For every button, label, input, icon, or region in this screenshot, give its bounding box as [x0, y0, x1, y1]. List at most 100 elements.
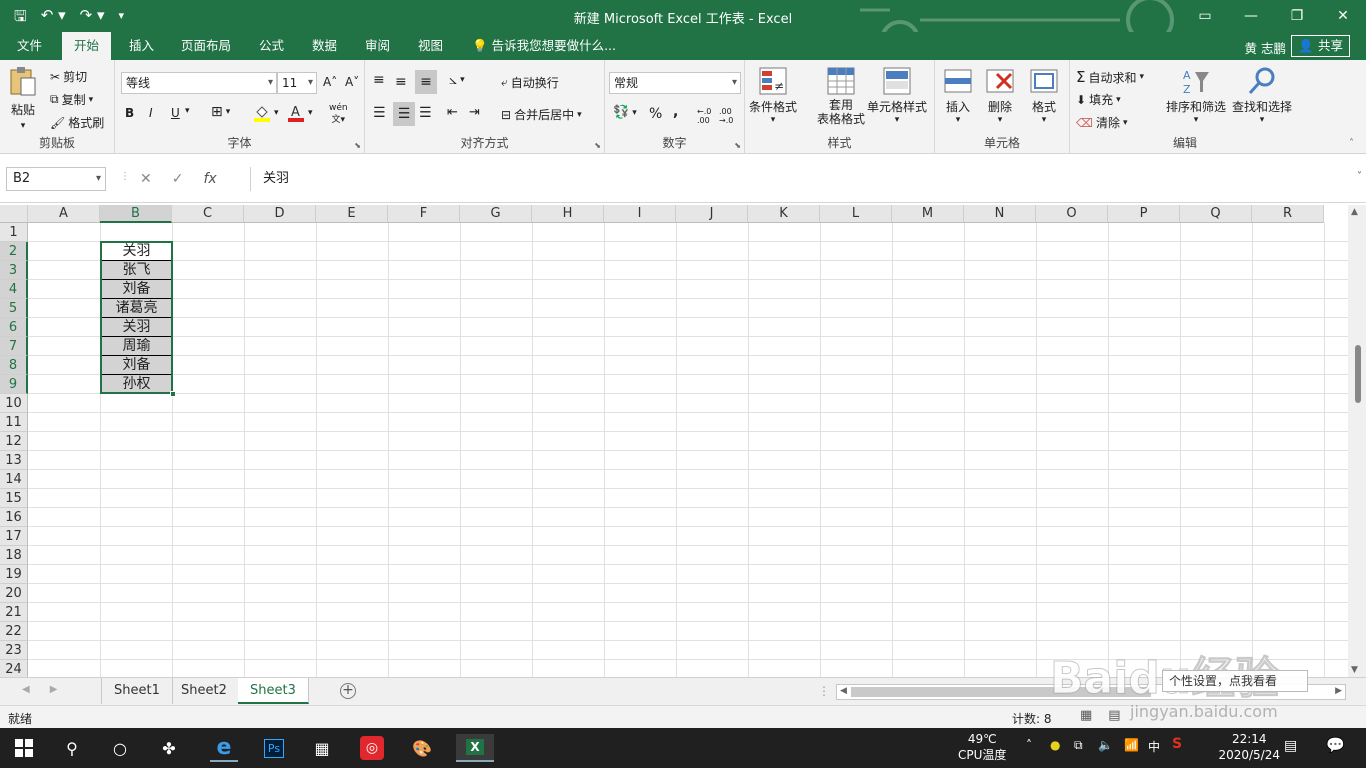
merge-center-button[interactable]: ⊟ 合并后居中 ▾: [501, 106, 582, 123]
column-header-r[interactable]: R: [1252, 205, 1324, 223]
delete-cells-button[interactable]: 删除 ▾: [985, 66, 1015, 125]
row-header-17[interactable]: 17: [0, 527, 28, 546]
next-sheet-icon[interactable]: ▶: [50, 684, 58, 695]
align-center-icon[interactable]: ☰: [393, 102, 415, 126]
column-header-l[interactable]: L: [820, 205, 892, 223]
italic-button[interactable]: I: [149, 106, 153, 120]
formula-input[interactable]: 关羽: [250, 167, 1356, 191]
name-box[interactable]: B2: [6, 167, 106, 191]
column-header-d[interactable]: D: [244, 205, 316, 223]
edge-browser-icon[interactable]: e: [210, 734, 238, 762]
fill-button[interactable]: ⬇ 填充 ▾: [1076, 91, 1121, 108]
font-size-combo[interactable]: 11: [277, 72, 317, 94]
sheet-tab-2[interactable]: Sheet2: [169, 678, 240, 704]
column-header-o[interactable]: O: [1036, 205, 1108, 223]
prev-sheet-icon[interactable]: ◀: [22, 684, 30, 695]
sogou-ime-icon[interactable]: S: [1172, 736, 1182, 752]
row-header-7[interactable]: 7: [0, 337, 28, 356]
task-view-icon[interactable]: ○: [106, 734, 134, 762]
row-header-9[interactable]: 9: [0, 375, 28, 394]
number-format-combo[interactable]: 常规: [609, 72, 741, 94]
cell-styles-button[interactable]: 单元格样式 ▾: [867, 66, 927, 125]
tray-device-icon[interactable]: ⧉: [1074, 738, 1083, 753]
row-header-5[interactable]: 5: [0, 299, 28, 318]
row-header-24[interactable]: 24: [0, 660, 28, 677]
row-header-22[interactable]: 22: [0, 622, 28, 641]
row-header-8[interactable]: 8: [0, 356, 28, 375]
autosum-button[interactable]: Σ 自动求和 ▾: [1076, 68, 1144, 86]
expand-formula-bar-icon[interactable]: ˅: [1357, 171, 1362, 182]
underline-dropdown-icon[interactable]: ▾: [185, 106, 190, 116]
tab-formulas[interactable]: 公式: [247, 32, 296, 60]
scroll-left-icon[interactable]: ◀: [840, 686, 847, 696]
tab-page-layout[interactable]: 页面布局: [169, 32, 243, 60]
shrink-font-button[interactable]: A˅: [345, 75, 359, 89]
row-header-2[interactable]: 2: [0, 242, 28, 261]
row-header-14[interactable]: 14: [0, 470, 28, 489]
conditional-formatting-button[interactable]: ≠ 条件格式 ▾: [749, 66, 797, 125]
tab-insert[interactable]: 插入: [117, 32, 166, 60]
align-right-icon[interactable]: ☰: [419, 105, 432, 121]
scroll-right-icon[interactable]: ▶: [1335, 686, 1342, 696]
minimize-button[interactable]: —: [1228, 0, 1274, 32]
font-color-button[interactable]: A ▾: [287, 104, 313, 122]
user-name[interactable]: 黄 志鹏: [1245, 38, 1286, 57]
sheet-tab-1[interactable]: Sheet1: [101, 678, 173, 704]
paint-app-icon[interactable]: 🎨: [408, 734, 436, 762]
tab-data[interactable]: 数据: [300, 32, 349, 60]
orientation-icon[interactable]: ⦣ ▾: [449, 72, 465, 88]
align-top-icon[interactable]: ≡: [373, 72, 385, 88]
pinwheel-app-icon[interactable]: ✤: [155, 734, 183, 762]
column-header-m[interactable]: M: [892, 205, 964, 223]
increase-decimal-icon[interactable]: ←.0.00: [697, 107, 711, 125]
row-header-4[interactable]: 4: [0, 280, 28, 299]
select-all-corner[interactable]: [0, 205, 28, 223]
row-header-23[interactable]: 23: [0, 641, 28, 660]
tray-chevron-icon[interactable]: ˄: [1026, 738, 1032, 752]
tab-file[interactable]: 文件: [5, 32, 54, 60]
taskbar-clock[interactable]: 22:14 2020/5/24: [1218, 731, 1280, 763]
tray-app-icon[interactable]: ●: [1050, 738, 1060, 752]
font-name-combo[interactable]: 等线: [121, 72, 277, 94]
align-left-icon[interactable]: ☰: [373, 105, 386, 121]
row-header-11[interactable]: 11: [0, 413, 28, 432]
excel-taskbar-icon[interactable]: X: [456, 734, 494, 762]
accounting-format-icon[interactable]: 💱 ▾: [613, 105, 637, 120]
fill-color-button[interactable]: ▾: [253, 104, 279, 122]
percent-button[interactable]: %: [649, 106, 662, 122]
column-header-h[interactable]: H: [532, 205, 604, 223]
windows-start-icon[interactable]: [10, 734, 38, 762]
enter-icon[interactable]: ✓: [172, 167, 184, 191]
column-header-j[interactable]: J: [676, 205, 748, 223]
wrap-text-button[interactable]: ⤶ 自动换行: [501, 74, 559, 91]
copy-button[interactable]: ⧉ 复制 ▾: [50, 91, 93, 108]
format-as-table-button[interactable]: 套用 表格格式: [817, 66, 865, 126]
grow-font-button[interactable]: A˄: [323, 75, 337, 89]
column-header-c[interactable]: C: [172, 205, 244, 223]
row-header-19[interactable]: 19: [0, 565, 28, 584]
format-painter-button[interactable]: 🖌 格式刷: [50, 114, 104, 131]
column-header-a[interactable]: A: [28, 205, 100, 223]
netease-music-icon[interactable]: ◎: [358, 734, 386, 762]
cancel-icon[interactable]: ✕: [140, 167, 152, 191]
column-header-b[interactable]: B: [100, 205, 172, 223]
row-header-12[interactable]: 12: [0, 432, 28, 451]
tab-home[interactable]: 开始: [62, 32, 112, 60]
tab-view[interactable]: 视图: [406, 32, 455, 60]
close-button[interactable]: ✕: [1320, 0, 1366, 32]
bold-button[interactable]: B: [125, 106, 134, 120]
column-header-f[interactable]: F: [388, 205, 460, 223]
column-header-q[interactable]: Q: [1180, 205, 1252, 223]
row-header-3[interactable]: 3: [0, 261, 28, 280]
cut-button[interactable]: ✂ 剪切: [50, 68, 87, 85]
tell-me-search[interactable]: 💡 告诉我您想要做什么...: [460, 32, 628, 60]
paste-button[interactable]: 粘贴 ▾: [8, 66, 38, 131]
horizontal-scroll-thumb[interactable]: [851, 687, 1151, 697]
column-header-g[interactable]: G: [460, 205, 532, 223]
show-desktop-notes-icon[interactable]: ▤: [1284, 738, 1297, 754]
row-header-21[interactable]: 21: [0, 603, 28, 622]
number-dialog-launcher-icon[interactable]: ⬊: [734, 141, 741, 150]
decrease-decimal-icon[interactable]: .00 →.0: [719, 107, 733, 125]
sort-filter-button[interactable]: AZ 排序和筛选 ▾: [1166, 66, 1226, 125]
vertical-scrollbar[interactable]: ▲ ▼: [1348, 205, 1366, 677]
